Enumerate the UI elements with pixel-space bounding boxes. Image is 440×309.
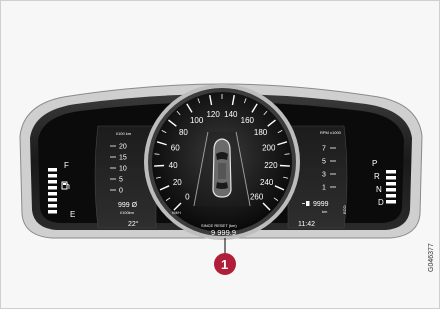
speed-label: 0	[185, 193, 190, 202]
speed-label: 140	[224, 110, 238, 119]
figure-id: G046377	[428, 243, 435, 272]
fuel-bar	[48, 198, 57, 202]
speed-label: 120	[206, 110, 220, 119]
callout-marker: 1	[214, 238, 236, 275]
speed-unit: KM/H	[172, 211, 181, 215]
scale-label: 20	[119, 144, 127, 151]
speed-label: 40	[169, 161, 178, 170]
instrument-cluster: F E l/100 km 20151050 999 Ø l/100km 22° …	[19, 83, 435, 275]
fuel-bar	[48, 192, 57, 196]
consumption-unit: l/100 km	[116, 131, 132, 136]
eco-label: ECO	[342, 205, 347, 214]
gear-bar	[386, 188, 396, 192]
speed-label: 160	[241, 116, 255, 125]
rpm-unit: RPM x1000	[320, 130, 342, 135]
gear-r: R	[374, 172, 380, 181]
speed-label: 220	[264, 161, 278, 170]
speed-label: 260	[250, 193, 264, 202]
fuel-bar	[48, 210, 57, 214]
gear-bar	[386, 200, 396, 204]
callout-number: 1	[221, 257, 228, 272]
gear-n: N	[376, 185, 382, 194]
speed-major-tick	[154, 164, 165, 167]
scale-label: 15	[119, 155, 127, 162]
fuel-full-mark: F	[64, 161, 69, 170]
speed-label: 80	[179, 128, 188, 137]
speed-label: 100	[190, 116, 204, 125]
gear-p: P	[372, 159, 377, 168]
gear-bar	[386, 194, 396, 198]
range-value: 9999	[313, 201, 329, 208]
speed-label: 60	[171, 143, 180, 152]
fuel-bar	[48, 174, 57, 178]
fuel-bar	[48, 186, 57, 190]
speed-label: 180	[254, 128, 268, 137]
speedometer: 020406080100120 140160180200220240260 SIN…	[144, 84, 300, 240]
gear-d: D	[378, 198, 384, 207]
speed-label: 20	[173, 178, 182, 187]
avg-consumption-unit: l/100km	[120, 210, 135, 215]
clock: 11:42	[298, 221, 315, 228]
scale-label: 5	[322, 159, 326, 166]
scale-label: 3	[322, 172, 326, 179]
scale-label: 1	[322, 185, 326, 192]
fuel-bar	[48, 168, 57, 172]
avg-consumption-value: 999 Ø	[118, 202, 138, 209]
trip-value: 9 999.9	[211, 228, 236, 237]
scale-label: 5	[119, 177, 123, 184]
fuel-bar	[48, 204, 57, 208]
scale-label: 10	[119, 166, 127, 173]
speed-major-tick	[279, 164, 290, 167]
outside-temperature: 22°	[128, 220, 139, 228]
scale-label: 7	[322, 146, 326, 153]
speed-label: 200	[262, 143, 276, 152]
range-unit: km	[322, 209, 328, 214]
gear-bar	[386, 170, 396, 174]
scale-label: 0	[119, 188, 123, 195]
speed-label: 240	[260, 178, 274, 187]
car-icon	[212, 138, 232, 198]
fuel-empty-mark: E	[70, 210, 75, 219]
gear-bar	[386, 176, 396, 180]
fuel-bar	[48, 180, 57, 184]
gear-bar	[386, 182, 396, 186]
